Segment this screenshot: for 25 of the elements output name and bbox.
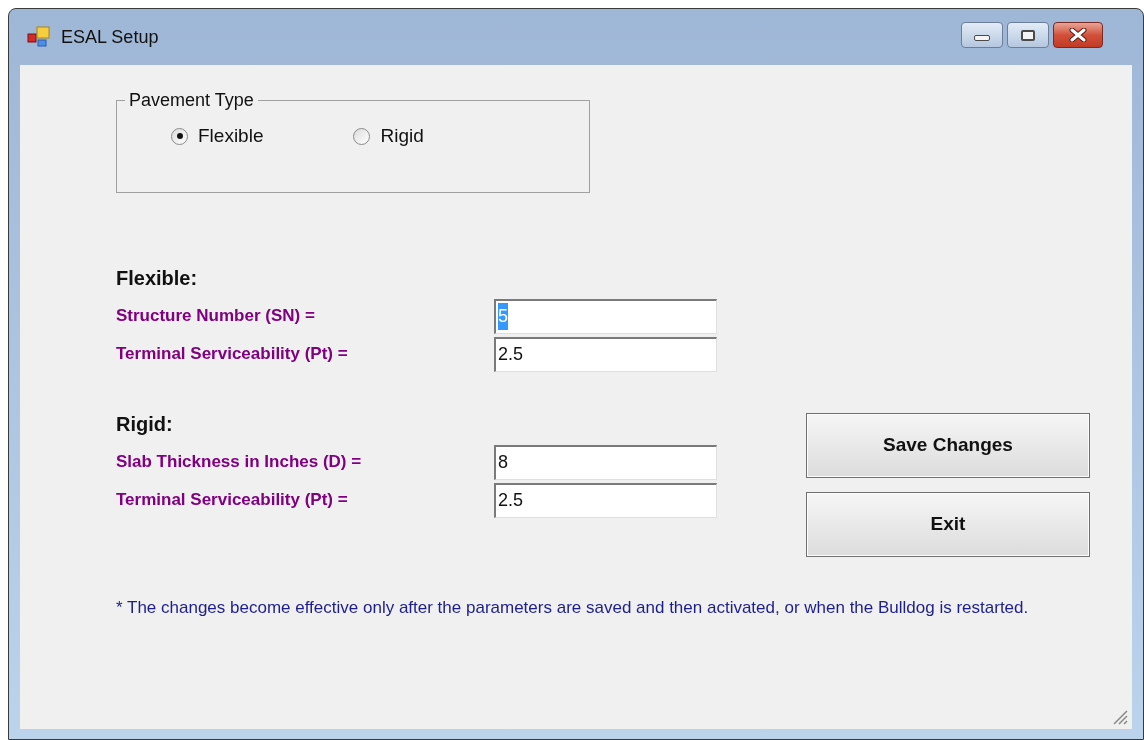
radio-label: Rigid [380, 124, 424, 148]
field-label: Structure Number (SN) = [116, 305, 316, 328]
window-title: ESAL Setup [61, 25, 159, 49]
maximize-button[interactable] [1007, 22, 1049, 48]
radio-button[interactable] [171, 127, 188, 145]
radio-label: Flexible [198, 124, 264, 148]
field-label: Slab Thickness in Inches (D) = [116, 451, 363, 474]
note-text: * The changes become effective only after the parameters are saved and then activated, or when the Bulldog is restarted. [116, 597, 1030, 619]
field-label: Terminal Serviceability (Pt) = [116, 489, 349, 512]
input-field[interactable]: 2.5 [494, 482, 717, 518]
maximize-icon [1021, 29, 1035, 41]
save-changes-button[interactable]: Save Changes [806, 413, 1090, 478]
group-label: Pavement Type [128, 89, 255, 112]
section-heading: Rigid: [116, 412, 174, 437]
exit-button[interactable]: Exit [806, 492, 1090, 557]
minimize-icon [974, 35, 990, 41]
input-field[interactable]: 8 [494, 444, 717, 480]
close-button[interactable] [1053, 22, 1103, 48]
minimize-button[interactable] [961, 22, 1003, 48]
field-label: Terminal Serviceability (Pt) = [116, 343, 349, 366]
radio-button[interactable] [353, 127, 371, 145]
close-icon [1069, 28, 1087, 42]
input-field[interactable]: 2.5 [494, 336, 717, 372]
app-icon [27, 26, 51, 48]
section-heading: Flexible: [116, 266, 199, 291]
